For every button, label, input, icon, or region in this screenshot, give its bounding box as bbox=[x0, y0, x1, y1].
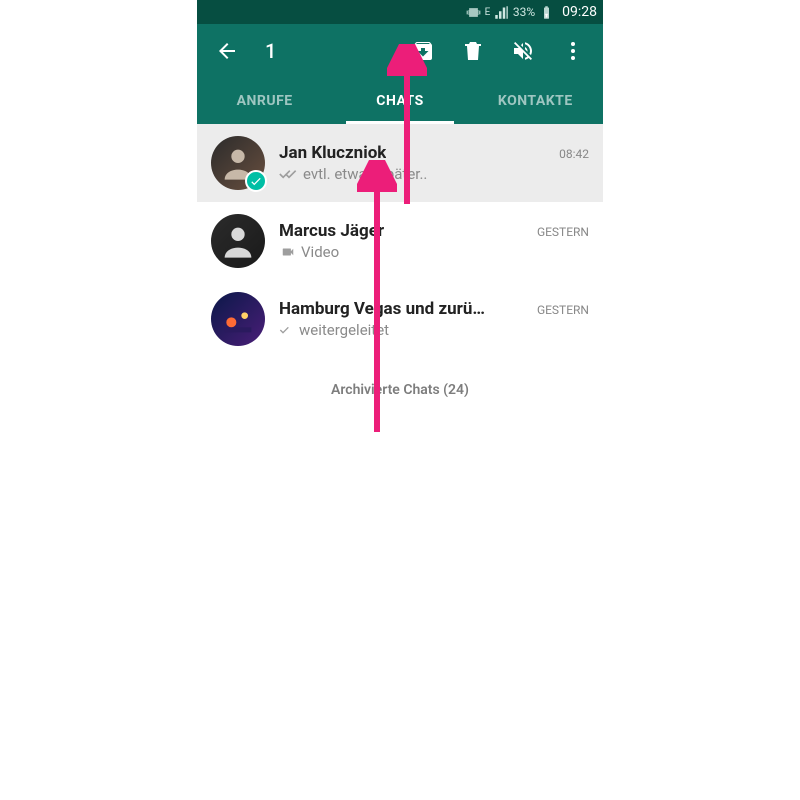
selection-toolbar: 1 bbox=[197, 24, 603, 78]
chat-row[interactable]: Hamburg Vegas und zurü… GESTERN weiterge… bbox=[197, 280, 603, 358]
tab-bar: ANRUFE CHATS KONTAKTE bbox=[197, 78, 603, 124]
mute-button[interactable] bbox=[503, 31, 543, 71]
avatar[interactable] bbox=[211, 136, 265, 190]
chat-preview: Video bbox=[301, 243, 339, 261]
video-icon bbox=[279, 245, 297, 259]
chat-name: Hamburg Vegas und zurü… bbox=[279, 299, 485, 319]
chat-time: 08:42 bbox=[559, 147, 589, 161]
tab-contacts[interactable]: KONTAKTE bbox=[468, 78, 603, 124]
chat-preview: evtl. etwas später.. bbox=[303, 165, 427, 183]
double-check-icon bbox=[279, 167, 299, 181]
chat-time: GESTERN bbox=[537, 303, 589, 317]
avatar[interactable] bbox=[211, 214, 265, 268]
archive-button[interactable] bbox=[403, 31, 443, 71]
signal-icon bbox=[494, 5, 509, 20]
single-check-icon bbox=[279, 323, 295, 337]
chat-name: Marcus Jäger bbox=[279, 221, 384, 241]
delete-button[interactable] bbox=[453, 31, 493, 71]
network-type-label: E bbox=[485, 7, 490, 18]
chat-preview: weitergeleitet bbox=[299, 321, 389, 339]
overflow-menu-button[interactable] bbox=[553, 31, 593, 71]
chat-list: Jan Kluczniok 08:42 evtl. etwas später.. bbox=[197, 124, 603, 358]
vibrate-icon bbox=[466, 5, 481, 20]
chat-name: Jan Kluczniok bbox=[279, 143, 386, 163]
phone-frame: E 33% 09:28 1 ANRUFE CHATS KONTA bbox=[197, 0, 603, 422]
selected-check-icon bbox=[245, 170, 267, 192]
selection-count: 1 bbox=[265, 39, 276, 63]
back-button[interactable] bbox=[207, 31, 247, 71]
chat-row[interactable]: Marcus Jäger GESTERN Video bbox=[197, 202, 603, 280]
chat-row[interactable]: Jan Kluczniok 08:42 evtl. etwas später.. bbox=[197, 124, 603, 202]
tab-calls[interactable]: ANRUFE bbox=[197, 78, 332, 124]
tab-chats[interactable]: CHATS bbox=[332, 78, 467, 124]
battery-icon bbox=[539, 5, 554, 20]
clock-label: 09:28 bbox=[562, 4, 597, 20]
archived-chats-link[interactable]: Archivierte Chats (24) bbox=[197, 358, 603, 422]
status-bar: E 33% 09:28 bbox=[197, 0, 603, 24]
battery-pct-label: 33% bbox=[513, 5, 535, 19]
chat-time: GESTERN bbox=[537, 225, 589, 239]
avatar[interactable] bbox=[211, 292, 265, 346]
